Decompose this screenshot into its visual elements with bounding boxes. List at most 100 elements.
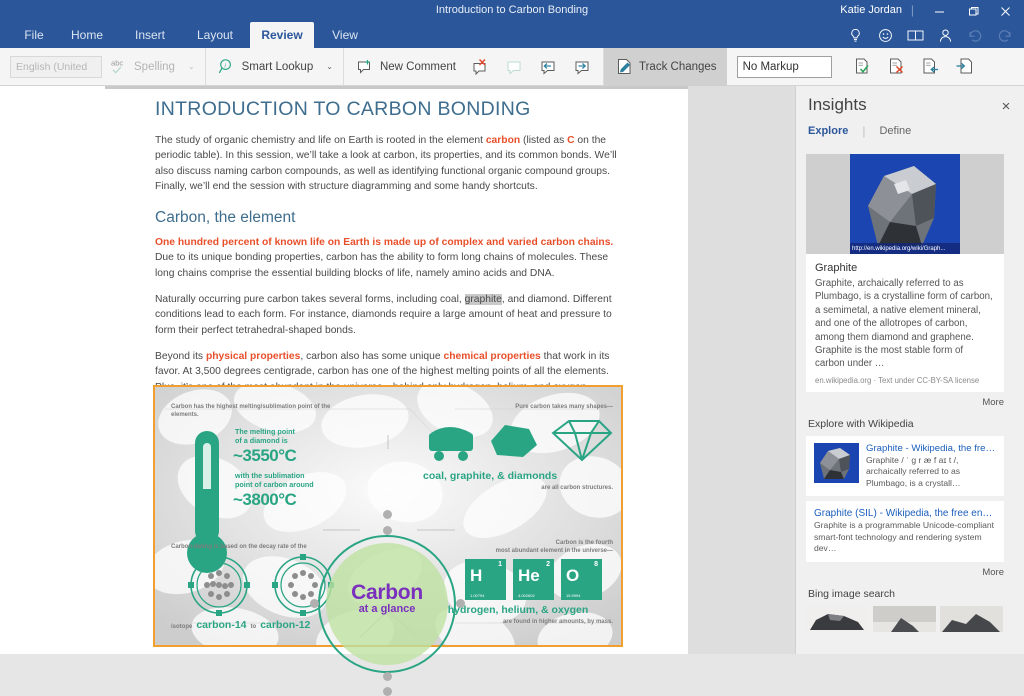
paragraph-forms: Naturally occurring pure carbon takes se… [155,292,622,338]
paragraph-carbon-chains: One hundred percent of known life on Ear… [155,235,622,281]
diamond-icon [551,420,613,462]
insights-tab-separator: | [862,124,866,138]
previous-change-nav-button[interactable] [531,52,565,82]
sublimation-label-line1: with the sublimation [235,471,305,480]
oxygen-symbol: O [566,566,580,585]
shapes-intro-text: Pure carbon takes many shapes— [515,404,613,410]
previous-change-icon [921,56,941,78]
tab-insert[interactable]: Insert [124,22,176,48]
hero-image-card[interactable]: http://en.wikipedia.org/wiki/Graph... [806,154,1004,254]
sublimation-label-line2: point of carbon around [235,480,314,489]
undo-icon[interactable] [962,23,988,47]
svg-text:abc: abc [111,59,123,68]
markup-display-select[interactable]: No Markup [736,55,832,78]
next-change-button[interactable] [948,52,982,82]
bing-image-1[interactable] [806,605,869,632]
melting-label-line1: The melting point [235,427,295,436]
abundance-after-text: are found in higher amounts, by mass. [502,619,613,625]
abundance-line-1: Carbon is the fourth [555,540,613,546]
isotope-caption: isotope carbon-14 to carbon-12 [171,619,310,631]
wikipedia-result-1-title[interactable]: Graphite - Wikipedia, the free e… [866,443,996,455]
spelling-button[interactable]: abc Spelling [102,52,182,82]
share-person-icon[interactable] [932,23,958,47]
lead-rest: Due to its unique bonding properties, ca… [155,252,609,279]
lead-sentence: One hundred percent of known life on Ear… [155,237,614,249]
document-canvas[interactable]: INTRODUCTION TO CARBON BONDING The study… [0,86,795,696]
physical-properties-emphasis: physical properties [205,350,301,362]
wikipedia-result-1[interactable]: Graphite - Wikipedia, the free e… Graphi… [806,435,1004,497]
graphite-rock-photo [850,154,960,254]
bing-thumb-3-image [940,605,1003,632]
tab-define[interactable]: Define [879,125,925,137]
canvas-gray-margin [688,86,795,654]
ribbon-tab-strip: File Home Insert Layout Review View [0,22,1024,48]
wikipedia-result-2-description: Graphite is a programmable Unicode-compl… [814,520,995,554]
dating-intro-text: Carbon-dating is based on the decay rate… [171,544,307,550]
definition-source-meta: en.wikipedia.org · Text under CC-BY-SA l… [815,375,980,385]
connector-node-top-1 [383,510,392,519]
restore-button[interactable] [956,0,990,22]
bing-image-3[interactable] [940,605,1003,632]
smart-lookup-button[interactable]: i Smart Lookup [210,52,321,82]
tab-layout[interactable]: Layout [188,22,242,48]
chemical-properties-emphasis: chemical properties [443,350,541,362]
bing-images-section-heading: Bing image search [808,587,895,600]
helium-atomic-number: 2 [546,561,550,568]
paragraph-intro: The study of organic chemistry and life … [155,133,622,194]
tab-layout-label: Layout [196,28,234,42]
carbon-center-title: Carbon [351,581,423,604]
insights-pane[interactable]: Insights × Explore | Define http://en.wi… [795,86,1024,654]
isotope-pre-label: isotope [171,624,193,630]
spelling-chevron-down-icon[interactable]: ⌄ [182,62,201,71]
bing-image-2[interactable] [873,605,936,632]
intro-text-a: The study of organic chemistry and life … [155,135,486,146]
tab-explore[interactable]: Explore [808,125,862,137]
redo-icon[interactable] [992,23,1018,47]
markup-group: No Markup [727,48,842,86]
next-arrow-comment-icon [572,56,592,78]
tab-file[interactable]: File [14,22,54,48]
smart-lookup-chevron-down-icon[interactable]: ⌄ [320,62,339,71]
wikipedia-result-1-description: Graphite / ˈ g r æ f aɪ t /, archaically… [866,454,961,488]
previous-comment-button[interactable] [497,52,531,82]
delete-comment-button[interactable] [463,52,497,82]
insights-header: Insights × [796,86,1024,126]
new-comment-label: New Comment [379,60,456,73]
tab-home-label: Home [71,28,104,42]
bing-thumb-1-image [806,605,869,632]
graphite-selected-word[interactable]: graphite [464,294,502,306]
wikipedia-result-2[interactable]: Graphite (SIL) - Wikipedia, the free enc… [806,501,1004,562]
definition-more-link[interactable]: More [796,397,1004,408]
insights-close-icon[interactable]: × [995,95,1017,117]
feedback-smiley-icon[interactable] [872,23,898,47]
wikipedia-more-link[interactable]: More [796,567,1004,578]
language-indicator[interactable]: English (United [10,55,102,78]
spelling-label: Spelling [134,60,175,73]
insights-title: Insights [808,95,867,114]
close-button[interactable] [988,0,1022,22]
titlebar-separator: | [910,3,914,17]
tab-view[interactable]: View [322,22,368,48]
proofing-group: English (United abc Spelling ⌄ [0,47,206,86]
hydrogen-atomic-number: 1 [498,561,502,568]
minimize-button[interactable] [922,0,956,22]
bing-thumb-2-image [873,605,936,632]
user-account-name[interactable]: Katie Jordan [840,4,902,16]
wikipedia-result-2-title[interactable]: Graphite (SIL) - Wikipedia, the free enc… [814,508,996,520]
reject-change-button[interactable] [880,52,914,82]
tell-me-lightbulb-icon[interactable] [842,23,868,47]
track-changes-button[interactable]: Track Changes [604,47,727,86]
connector-node-bottom-1 [383,672,392,681]
intro-c-symbol: C [567,135,575,146]
tab-review[interactable]: Review [250,22,314,48]
previous-change-button[interactable] [914,52,948,82]
new-comment-button[interactable]: New Comment [348,52,463,82]
read-mode-book-icon[interactable] [902,23,928,47]
tab-home[interactable]: Home [62,22,112,48]
hero-image-url[interactable]: http://en.wikipedia.org/wiki/Graph... [850,243,960,254]
next-comment-button[interactable] [565,52,599,82]
accept-change-button[interactable] [846,52,880,82]
sublimation-point-value: ~3800°C [233,490,297,509]
helium-atomic-weight: 4.002602 [518,593,535,598]
insights-group: i Smart Lookup ⌄ [206,47,344,86]
